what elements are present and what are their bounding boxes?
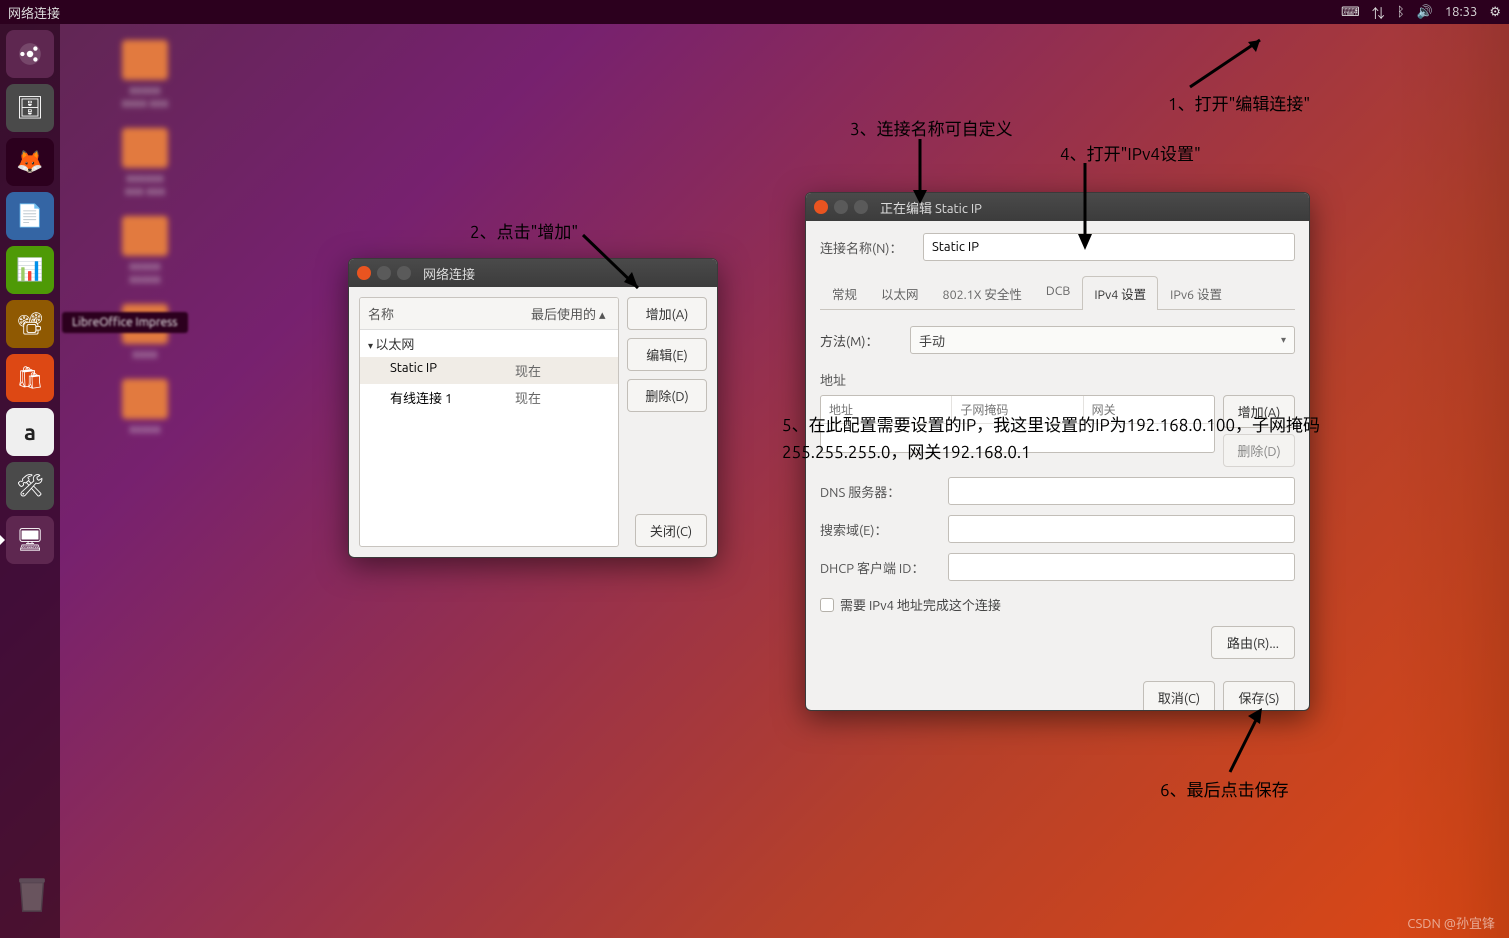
launcher-impress[interactable]: 📽 [6,300,54,348]
arrow-icon [895,134,945,214]
method-label: 方法(M)： [820,331,900,350]
clock[interactable]: 18:33 [1445,5,1478,19]
search-domain-label: 搜索域(E)： [820,520,940,539]
conn-last: 现在 [515,388,610,407]
launcher-tooltip: LibreOffice Impress [62,312,188,333]
conn-name: Static IP [368,361,515,380]
dhcp-client-input[interactable] [948,553,1295,581]
annotation-1: 1、打开"编辑连接" [1168,90,1310,115]
close-icon[interactable] [814,200,828,214]
conn-name: 有线连接 1 [368,388,515,407]
titlebar[interactable]: 正在编辑 Static IP [806,193,1309,221]
launcher-dock: 🗄 🦊 📄 📊 📽 🛍 a 🛠 🖥 [0,24,60,938]
method-value: 手动 [919,331,945,350]
chevron-down-icon: ▾ [1281,334,1286,346]
network-icon[interactable]: ⇅ [1372,3,1385,22]
annotation-6: 6、最后点击保存 [1160,776,1289,801]
tab-ipv4[interactable]: IPv4 设置 [1082,276,1158,310]
tab-8021x[interactable]: 802.1X 安全性 [931,276,1034,310]
active-window-title: 网络连接 [8,3,60,22]
search-domain-input[interactable] [948,515,1295,543]
system-tray: ⌨ ⇅ ᛒ 🔊 18:33 ⚙ [1341,3,1501,22]
launcher-firefox[interactable]: 🦊 [6,138,54,186]
annotation-4: 4、打开"IPv4设置" [1060,140,1201,165]
desktop-icons: xxxxxxxxx xxx xxxxxxxxx xxx xxxxxxxxxx x… [90,40,200,436]
minimize-icon[interactable] [377,266,391,280]
list-header: 名称 最后使用的 ▴ [360,298,618,330]
network-connections-window: 网络连接 名称 最后使用的 ▴ 以太网 Static IP 现在 有线连接 1 … [348,258,718,558]
top-menu-bar: 网络连接 ⌨ ⇅ ᛒ 🔊 18:33 ⚙ [0,0,1509,24]
keyboard-icon[interactable]: ⌨ [1341,5,1360,20]
annotation-3: 3、连接名称可自定义 [850,115,1013,140]
maximize-icon[interactable] [397,266,411,280]
dhcp-client-label: DHCP 客户端 ID： [820,558,940,577]
conn-last: 现在 [515,361,610,380]
titlebar[interactable]: 网络连接 [349,259,717,287]
launcher-calc[interactable]: 📊 [6,246,54,294]
maximize-icon[interactable] [854,200,868,214]
cancel-button[interactable]: 取消(C) [1143,681,1215,711]
delete-button[interactable]: 删除(D) [627,379,707,412]
tab-general[interactable]: 常规 [820,276,869,310]
launcher-files[interactable]: 🗄 [6,84,54,132]
launcher-dash[interactable] [6,30,54,78]
close-button[interactable]: 关闭(C) [635,514,707,547]
routes-button[interactable]: 路由(R)... [1211,626,1295,659]
launcher-amazon[interactable]: a [6,408,54,456]
desktop-folder[interactable]: xxxxxxxxx xxx [90,40,200,110]
address-section-label: 地址 [820,370,1295,389]
arrow-icon [1220,702,1280,778]
launcher-settings[interactable]: 🛠 [6,462,54,510]
add-button[interactable]: 增加(A) [627,297,707,330]
minimize-icon[interactable] [834,200,848,214]
launcher-writer[interactable]: 📄 [6,192,54,240]
desktop-folder[interactable]: xxxxxxxxx xxx [90,128,200,198]
dns-label: DNS 服务器： [820,482,940,501]
volume-icon[interactable]: 🔊 [1417,5,1433,20]
require-ipv4-label: 需要 IPv4 地址完成这个连接 [840,595,1001,614]
require-ipv4-checkbox[interactable] [820,598,834,612]
method-select[interactable]: 手动 ▾ [910,326,1295,354]
edit-button[interactable]: 编辑(E) [627,338,707,371]
col-name[interactable]: 名称 [360,298,523,329]
desktop-folder[interactable]: xxxxxxxxxx [90,216,200,286]
col-last-used[interactable]: 最后使用的 ▴ [523,298,618,329]
list-item[interactable]: 有线连接 1 现在 [360,384,618,411]
dns-input[interactable] [948,477,1295,505]
tab-ethernet[interactable]: 以太网 [869,276,931,310]
close-icon[interactable] [357,266,371,280]
annotation-2: 2、点击"增加" [470,218,578,243]
group-ethernet[interactable]: 以太网 [360,330,618,357]
tab-dcb[interactable]: DCB [1034,276,1082,310]
watermark: CSDN @孙宜锋 [1407,913,1495,932]
arrow-icon [1060,158,1110,258]
desktop-folder[interactable]: xxxxx [90,379,200,436]
launcher-display[interactable]: 🖥 [6,516,54,564]
list-item[interactable]: Static IP 现在 [360,357,618,384]
tab-bar: 常规 以太网 802.1X 安全性 DCB IPv4 设置 IPv6 设置 [820,275,1295,310]
arrow-icon [578,230,658,300]
window-title: 网络连接 [423,264,475,283]
connection-name-label: 连接名称(N)： [820,238,915,257]
gear-icon[interactable]: ⚙ [1489,5,1501,20]
tab-ipv6[interactable]: IPv6 设置 [1158,276,1234,310]
annotation-5: 5、在此配置需要设置的IP，我这里设置的IP为192.168.0.100，子网掩… [782,412,1382,466]
bluetooth-icon[interactable]: ᛒ [1397,5,1405,19]
arrow-icon [1180,32,1280,92]
connections-list[interactable]: 名称 最后使用的 ▴ 以太网 Static IP 现在 有线连接 1 现在 [359,297,619,547]
launcher-software[interactable]: 🛍 [6,354,54,402]
